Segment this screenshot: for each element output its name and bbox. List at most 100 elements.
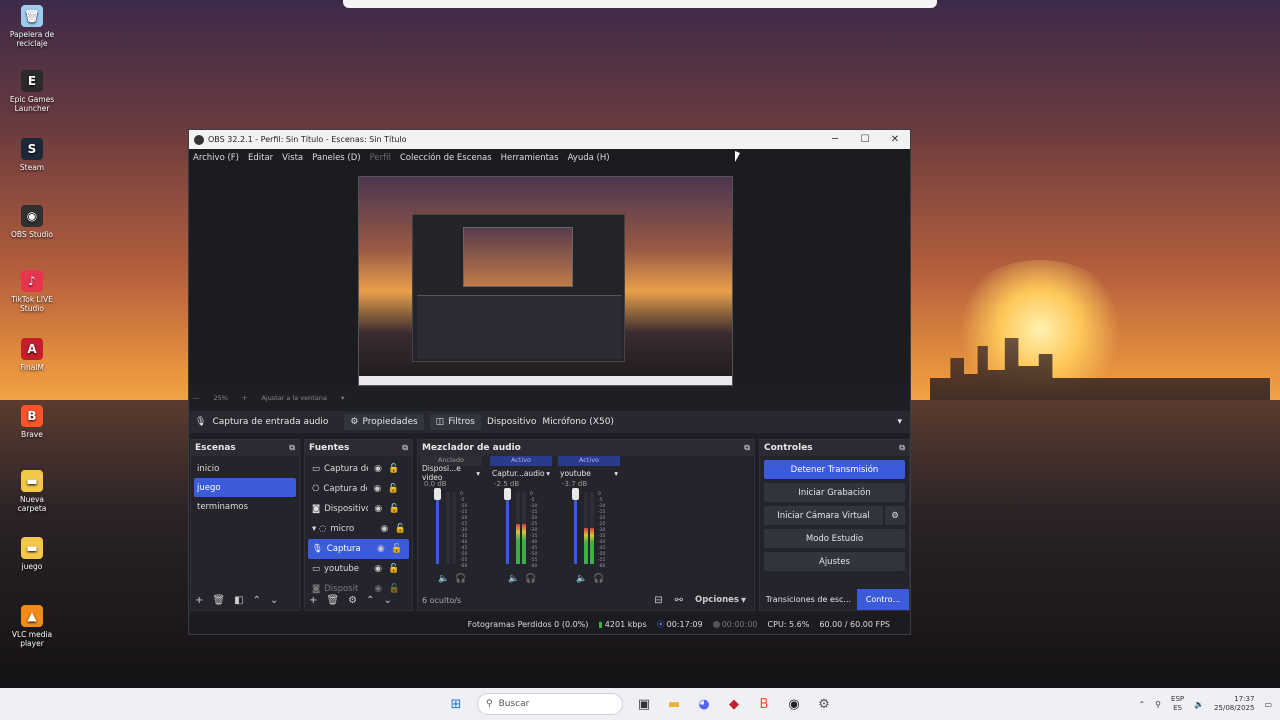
undock-icon[interactable]: ⧉ xyxy=(899,443,905,453)
scene-item[interactable]: inicio xyxy=(194,459,296,478)
studio-mode-button[interactable]: Modo Estudio xyxy=(764,529,905,548)
chevron-down-icon[interactable]: ▾ xyxy=(341,394,344,404)
tab-controls[interactable]: Contro... xyxy=(856,589,909,610)
headphone-icon[interactable]: 🎧 xyxy=(593,574,604,584)
source-item[interactable]: ▭ youtube ◉ 🔓 xyxy=(308,559,409,579)
menu-item[interactable]: Editar xyxy=(248,153,273,163)
chevron-up-icon[interactable]: ⌃ xyxy=(253,595,261,606)
lock-icon[interactable]: 🔓 xyxy=(391,544,403,554)
app-red-icon[interactable]: ◆ xyxy=(723,693,745,715)
mixer-layout-icon[interactable]: ⊟ xyxy=(654,595,662,606)
desktop-icon[interactable]: ▲ VLC media player xyxy=(6,605,58,648)
desktop-icon[interactable]: 🗑 Papelera de reciclaje xyxy=(6,5,58,48)
speaker-icon[interactable]: 🔈 xyxy=(508,574,519,584)
speaker-icon[interactable]: 🔈 xyxy=(438,574,449,584)
maximize-icon[interactable]: ☐ xyxy=(850,134,880,145)
chevron-down-icon[interactable]: ▾ xyxy=(741,595,746,606)
options-button[interactable]: Opciones xyxy=(695,595,739,605)
trash-icon[interactable]: 🗑 xyxy=(326,595,339,606)
start-icon[interactable]: ⊞ xyxy=(445,693,467,715)
gear-icon[interactable]: ⚙ xyxy=(348,595,357,606)
undock-icon[interactable]: ⧉ xyxy=(402,443,408,453)
eye-icon[interactable]: ◉ xyxy=(371,484,383,494)
clock[interactable]: 17:37 25/08/2025 xyxy=(1214,695,1254,713)
channel-name[interactable]: youtube ▾ xyxy=(558,466,620,480)
desktop-icon[interactable]: S Steam xyxy=(6,138,58,172)
trash-icon[interactable]: 🗑 xyxy=(212,595,225,606)
desktop-icon[interactable]: ▬ Nueva carpeta xyxy=(6,470,58,513)
scene-filter-icon[interactable]: ◧ xyxy=(234,595,243,606)
volume-slider[interactable] xyxy=(436,492,439,564)
eye-icon[interactable]: ◉ xyxy=(378,524,390,534)
chevron-down-icon[interactable]: ▾ xyxy=(546,469,550,478)
discord-icon[interactable]: ◕ xyxy=(693,693,715,715)
eye-icon[interactable]: ◉ xyxy=(375,544,387,554)
chevron-down-icon[interactable]: ⌄ xyxy=(270,595,278,606)
volume-slider[interactable] xyxy=(506,492,509,564)
add-icon[interactable]: + xyxy=(309,595,317,606)
zoom-minus-icon[interactable]: — xyxy=(193,394,200,404)
chevron-down-icon[interactable]: ▾ xyxy=(897,417,902,427)
lock-icon[interactable]: 🔓 xyxy=(387,484,399,494)
settings-icon[interactable]: ⚙ xyxy=(813,693,835,715)
desktop-icon[interactable]: ♪ TikTok LIVE Studio xyxy=(6,270,58,313)
file-explorer-icon[interactable]: ▬ xyxy=(663,693,685,715)
search-input[interactable]: ⚲ Buscar xyxy=(477,693,623,715)
lock-icon[interactable]: 🔓 xyxy=(388,504,400,514)
lock-icon[interactable]: 🔓 xyxy=(388,464,400,474)
start-virtual-camera-button[interactable]: Iniciar Cámara Virtual xyxy=(764,506,883,525)
desktop-icon[interactable]: A FinalM xyxy=(6,338,58,372)
location-icon[interactable]: ⚲ xyxy=(1155,700,1161,709)
brave-icon[interactable]: B xyxy=(753,693,775,715)
desktop-icon[interactable]: ▬ juego xyxy=(6,537,58,571)
minimize-icon[interactable]: ─ xyxy=(820,134,850,145)
start-recording-button[interactable]: Iniciar Grabación xyxy=(764,483,905,502)
close-icon[interactable]: ✕ xyxy=(880,134,910,145)
eye-icon[interactable]: ◉ xyxy=(372,504,384,514)
notification-icon[interactable]: ▭ xyxy=(1264,700,1272,709)
menu-item[interactable]: Paneles (D) xyxy=(312,153,360,163)
volume-slider[interactable] xyxy=(574,492,577,564)
chevron-down-icon[interactable]: ▾ xyxy=(476,469,480,478)
source-item[interactable]: ▾ ◌ micro ◉ 🔓 xyxy=(308,519,409,539)
menu-item[interactable]: Colección de Escenas xyxy=(400,153,492,163)
volume-slider-knob[interactable] xyxy=(504,488,511,500)
source-item[interactable]: ◙ Dispositivo ◉ 🔓 xyxy=(308,499,409,519)
channel-name[interactable]: Captur...audio ▾ xyxy=(490,466,552,480)
source-item[interactable]: ▭ Captura de ◉ 🔓 xyxy=(308,459,409,479)
speaker-icon[interactable]: 🔈 xyxy=(576,574,587,584)
zoom-percent[interactable]: 25% xyxy=(214,394,228,404)
task-view-icon[interactable]: ▣ xyxy=(633,693,655,715)
chevron-up-icon[interactable]: ⌃ xyxy=(1138,700,1145,709)
menu-item[interactable]: Archivo (F) xyxy=(193,153,239,163)
properties-button[interactable]: ⚙ Propiedades xyxy=(344,414,424,430)
chevron-up-icon[interactable]: ⌃ xyxy=(366,595,374,606)
zoom-plus-icon[interactable]: + xyxy=(242,394,247,404)
scene-item[interactable]: terminamos xyxy=(194,497,296,516)
link-icon[interactable]: ⚯ xyxy=(675,595,683,606)
undock-icon[interactable]: ⧉ xyxy=(289,443,295,453)
volume-slider-knob[interactable] xyxy=(434,488,441,500)
fit-window-label[interactable]: Ajustar a la ventana xyxy=(261,394,327,404)
filters-button[interactable]: ◫ Filtros xyxy=(429,414,481,430)
desktop-icon[interactable]: E Epic Games Launcher xyxy=(6,70,58,113)
menu-item[interactable]: Ayuda (H) xyxy=(568,153,610,163)
lock-icon[interactable]: 🔓 xyxy=(394,524,406,534)
program-preview[interactable] xyxy=(358,176,733,386)
volume-slider-knob[interactable] xyxy=(572,488,579,500)
tab-transitions[interactable]: Transiciones de esc... xyxy=(760,589,857,610)
headphone-icon[interactable]: 🎧 xyxy=(525,574,536,584)
undock-icon[interactable]: ⧉ xyxy=(744,443,750,453)
obs-icon[interactable]: ◉ xyxy=(783,693,805,715)
title-bar[interactable]: OBS 32.2.1 - Perfil: Sin Título - Escena… xyxy=(189,130,910,149)
volume-icon[interactable]: 🔉 xyxy=(1194,700,1204,709)
virtual-camera-settings-icon[interactable]: ⚙ xyxy=(885,506,905,525)
menu-item[interactable]: Herramientas xyxy=(501,153,559,163)
device-select[interactable]: Micrófono (X50) xyxy=(542,417,614,427)
chevron-down-icon[interactable]: ⌄ xyxy=(383,595,391,606)
scene-item[interactable]: juego xyxy=(194,478,296,497)
desktop-icon[interactable]: ◉ OBS Studio xyxy=(6,205,58,239)
add-icon[interactable]: + xyxy=(195,595,203,606)
source-item[interactable]: 🎙 Captura ◉ 🔓 xyxy=(308,539,409,559)
chevron-down-icon[interactable]: ▾ xyxy=(614,469,618,478)
